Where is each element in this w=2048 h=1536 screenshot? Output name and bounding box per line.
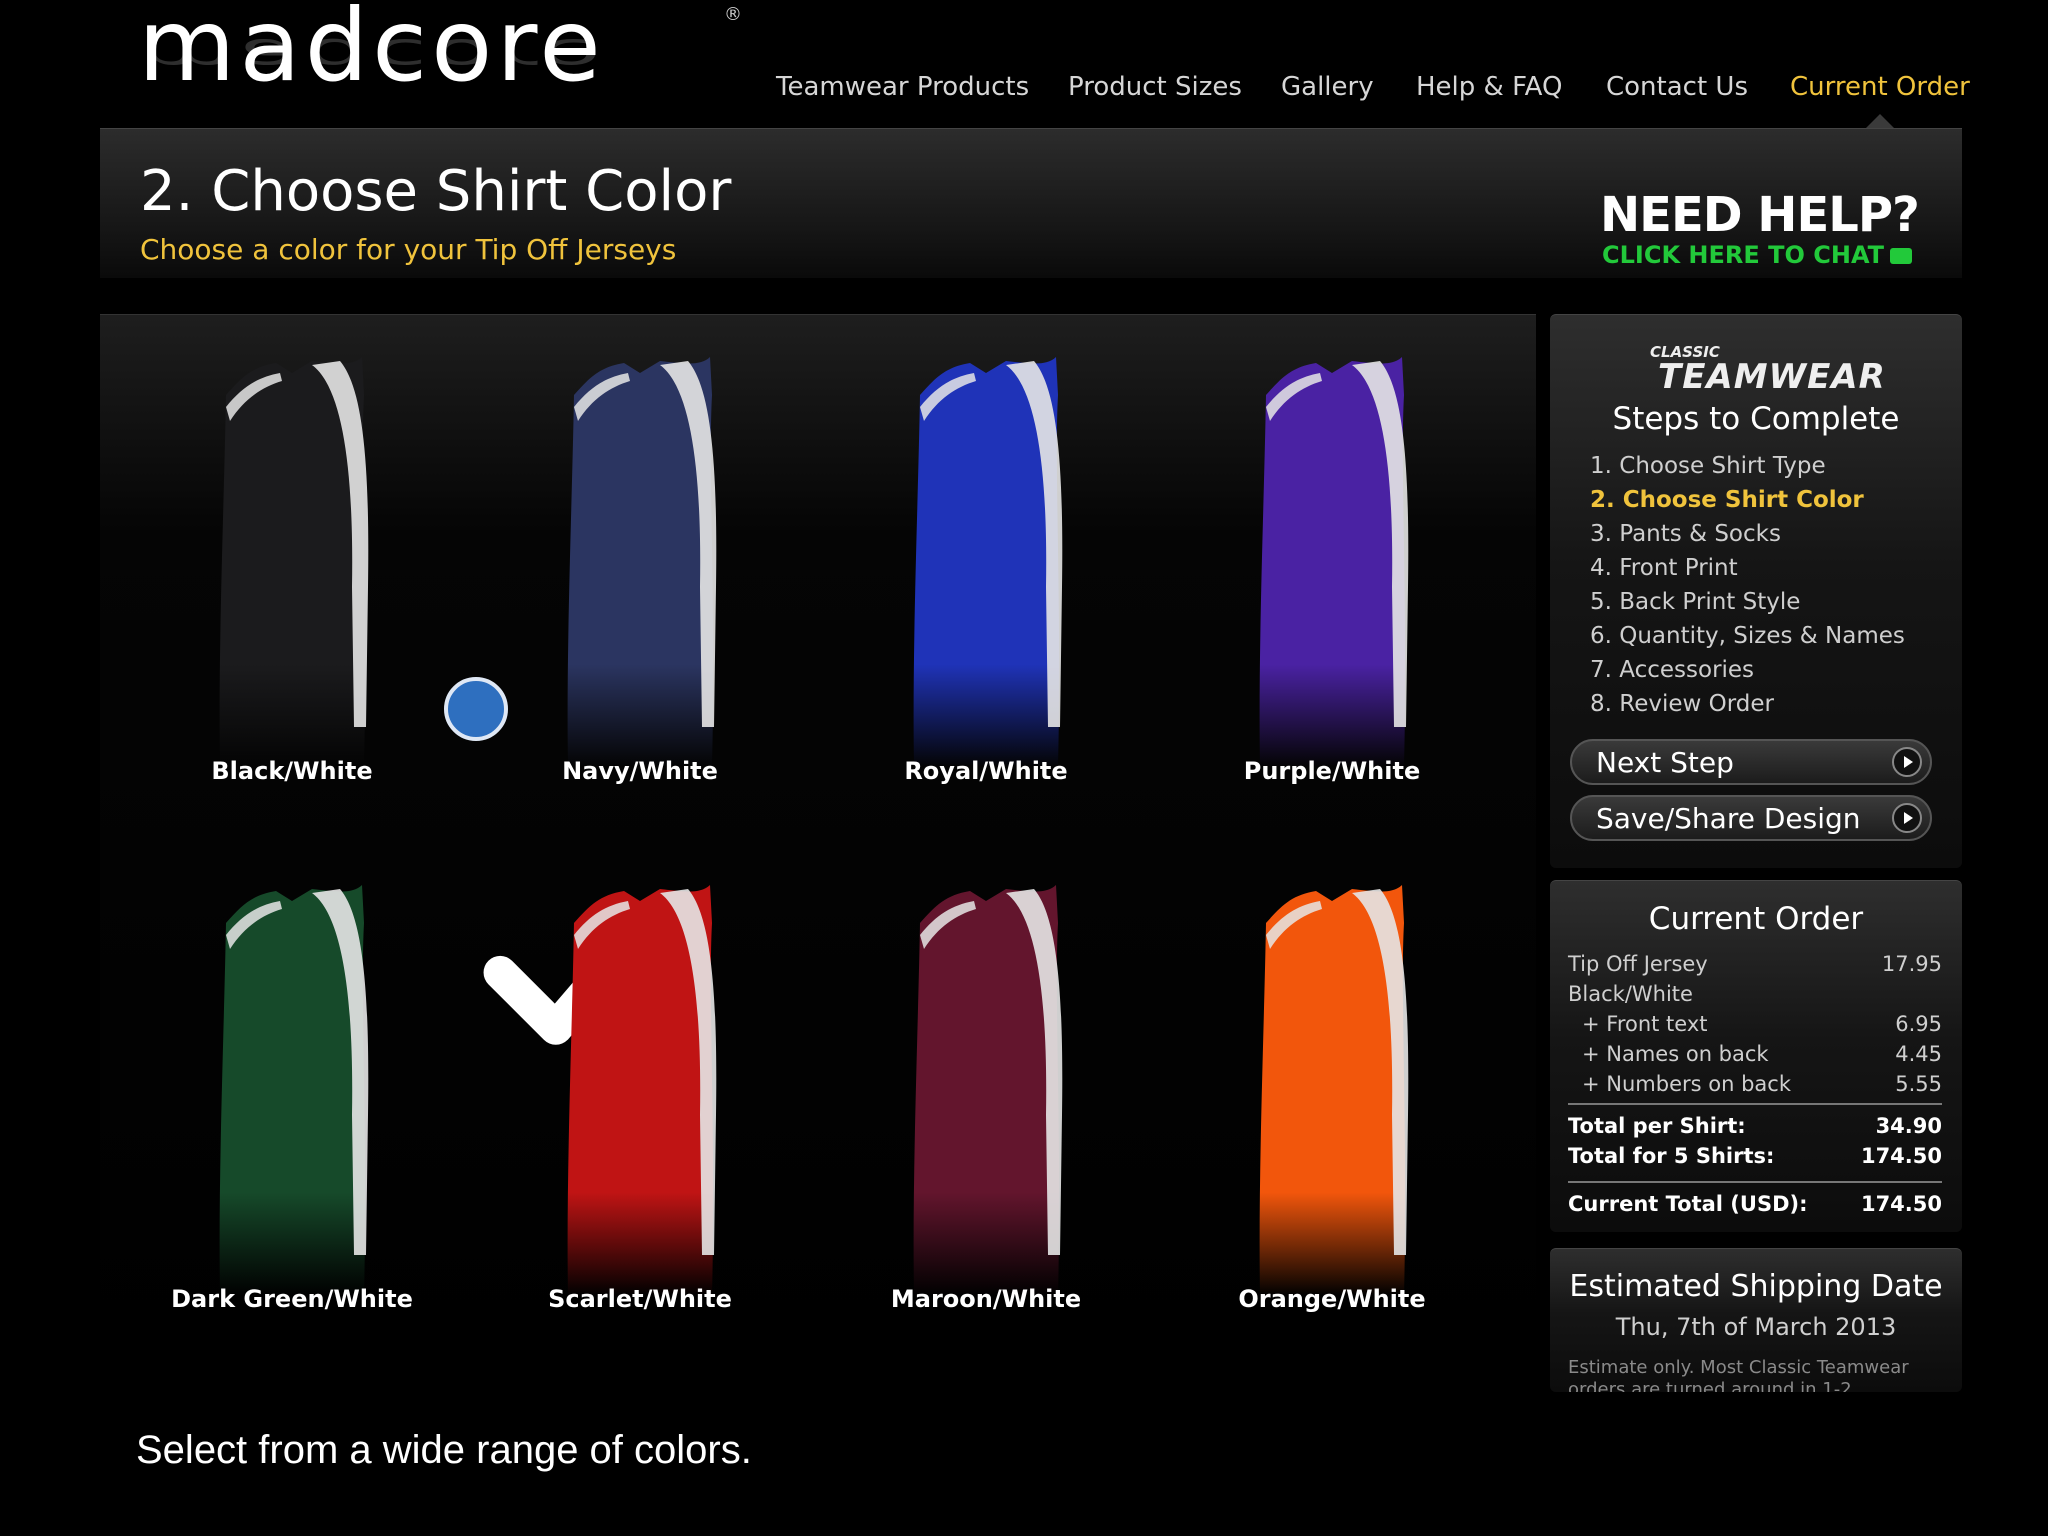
arrow-right-icon [1892, 747, 1922, 777]
extra-label: + Numbers on back [1582, 1072, 1791, 1096]
save-share-button[interactable]: Save/Share Design [1570, 795, 1932, 841]
swatch-label: Purple/White [1243, 757, 1421, 785]
brand-teamwear: TEAMWEAR [1658, 357, 1886, 397]
caption: Select from a wide range of colors. [136, 1428, 752, 1472]
save-share-label: Save/Share Design [1596, 801, 1861, 835]
order-row: Total for 5 Shirts: 174.50 [1568, 1141, 1942, 1171]
shipping-panel: Estimated Shipping Date Thu, 7th of Marc… [1550, 1248, 1962, 1392]
extra-price: 4.45 [1895, 1042, 1942, 1066]
swatch-label: Royal/White [904, 757, 1068, 785]
step-item[interactable]: 4. Front Print [1590, 551, 1905, 585]
nav-product-sizes[interactable]: Product Sizes [1068, 72, 1242, 102]
steps-panel: CLASSIC TEAMWEAR Steps to Complete 1. Ch… [1550, 314, 1962, 868]
next-step-button[interactable]: Next Step [1570, 739, 1932, 785]
need-help-title[interactable]: NEED HELP? [1600, 187, 1920, 243]
extra-label: + Names on back [1582, 1042, 1769, 1066]
step-item[interactable]: 2. Choose Shirt Color [1590, 483, 1905, 517]
total-shirts-label: Total for 5 Shirts: [1568, 1144, 1775, 1168]
order-row: + Names on back 4.45 [1568, 1039, 1942, 1069]
registered-mark: ® [724, 4, 742, 25]
step-item[interactable]: 3. Pants & Socks [1590, 517, 1905, 551]
swatch-label: Maroon/White [890, 1285, 1082, 1313]
color-swatch[interactable]: Royal/White [856, 291, 1116, 785]
page-subtitle: Choose a color for your Tip Off Jerseys [140, 233, 677, 266]
extra-price: 5.55 [1895, 1072, 1942, 1096]
jersey-icon [1259, 357, 1409, 767]
nav-active-pointer [1866, 114, 1894, 128]
step-item[interactable]: 1. Choose Shirt Type [1590, 449, 1905, 483]
color-swatch[interactable]: Navy/White [510, 291, 770, 785]
item-price: 17.95 [1881, 952, 1942, 976]
order-row: Tip Off Jersey 17.95 [1568, 949, 1942, 979]
chat-link[interactable]: CLICK HERE TO CHAT [1602, 241, 1913, 269]
jersey-icon [567, 885, 717, 1295]
shipping-title: Estimated Shipping Date [1569, 1269, 1943, 1304]
nav-teamwear-products[interactable]: Teamwear Products [776, 72, 1029, 102]
step-item[interactable]: 8. Review Order [1590, 687, 1905, 721]
divider [1568, 1103, 1942, 1105]
color-swatch[interactable]: Orange/White [1202, 819, 1462, 1313]
checkmark-icon [444, 677, 673, 1045]
color-swatch[interactable]: Purple/White [1202, 291, 1462, 785]
order-row: Current Total (USD): 174.50 [1568, 1189, 1942, 1219]
item-color: Black/White [1568, 982, 1693, 1006]
nav-current-order[interactable]: Current Order [1790, 72, 1970, 102]
step-item[interactable]: 5. Back Print Style [1590, 585, 1905, 619]
jersey-icon [567, 357, 717, 767]
step-item[interactable]: 7. Accessories [1590, 653, 1905, 687]
title-bar: 2. Choose Shirt Color Choose a color for… [100, 128, 1962, 278]
steps-title: Steps to Complete [1612, 401, 1900, 437]
step-item[interactable]: 6. Quantity, Sizes & Names [1590, 619, 1905, 653]
color-swatch[interactable]: Maroon/White [856, 819, 1116, 1313]
madcore-logo[interactable]: madcore madcore ® [138, 0, 742, 130]
color-swatch[interactable]: Dark Green/White [162, 819, 422, 1313]
order-row: Total per Shirt: 34.90 [1568, 1111, 1942, 1141]
color-grid: Black/White Navy/White Royal/White Purple/W… [100, 314, 1536, 1386]
nav-contact-us[interactable]: Contact Us [1606, 72, 1748, 102]
jersey-icon [1259, 885, 1409, 1295]
next-step-label: Next Step [1596, 745, 1734, 779]
current-total: 174.50 [1860, 1192, 1942, 1216]
nav-help-faq[interactable]: Help & FAQ [1416, 72, 1562, 102]
order-row: + Front text 6.95 [1568, 1009, 1942, 1039]
color-swatch[interactable]: Black/White [162, 291, 673, 1045]
divider [1568, 1181, 1942, 1183]
item-name: Tip Off Jersey [1568, 952, 1708, 976]
order-row: + Numbers on back 5.55 [1568, 1069, 1942, 1099]
chat-bubble-icon [1890, 248, 1913, 264]
order-row: Black/White [1568, 979, 1942, 1009]
swatch-label: Dark Green/White [171, 1285, 413, 1313]
total-shirts: 174.50 [1860, 1144, 1942, 1168]
jersey-icon [219, 357, 369, 767]
current-order-panel: Current Order Tip Off Jersey 17.95 Black… [1550, 880, 1962, 1232]
swatch-label: Scarlet/White [548, 1285, 732, 1313]
nav-gallery[interactable]: Gallery [1281, 72, 1374, 102]
total-per-shirt-label: Total per Shirt: [1568, 1114, 1746, 1138]
shipping-date: Thu, 7th of March 2013 [1615, 1313, 1897, 1341]
extra-label: + Front text [1582, 1012, 1708, 1036]
total-per-shirt: 34.90 [1875, 1114, 1942, 1138]
swatch-label: Black/White [211, 757, 373, 785]
swatch-label: Navy/White [562, 757, 718, 785]
jersey-icon [913, 357, 1063, 767]
jersey-icon [913, 885, 1063, 1295]
extra-price: 6.95 [1895, 1012, 1942, 1036]
arrow-right-icon [1892, 803, 1922, 833]
current-total-label: Current Total (USD): [1568, 1192, 1808, 1216]
order-table: Tip Off Jersey 17.95 Black/White + Front… [1568, 949, 1942, 1219]
logo-reflection: madcore [138, 28, 605, 82]
chat-link-label: CLICK HERE TO CHAT [1602, 241, 1885, 269]
order-title: Current Order [1648, 901, 1864, 937]
shipping-note: Estimate only. Most Classic Teamwear ord… [1568, 1357, 1909, 1392]
swatch-label: Orange/White [1238, 1285, 1426, 1313]
jersey-icon [219, 885, 369, 1295]
steps-list: 1. Choose Shirt Type 2. Choose Shirt Colo… [1590, 449, 1905, 721]
page-title: 2. Choose Shirt Color [140, 159, 732, 224]
color-swatch[interactable]: Scarlet/White [510, 819, 770, 1313]
